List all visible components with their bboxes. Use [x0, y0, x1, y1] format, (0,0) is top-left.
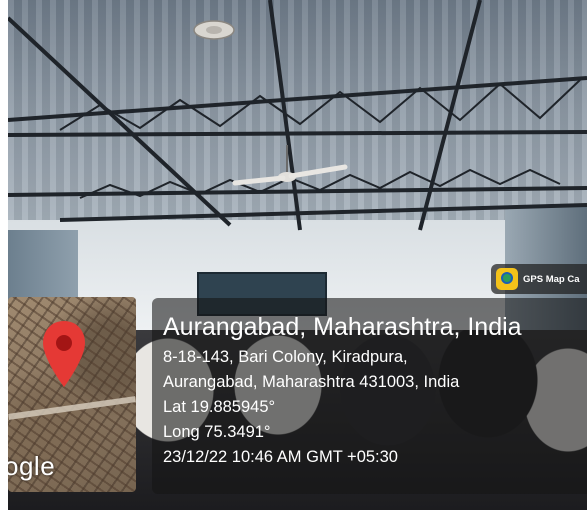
latitude-value: Lat 19.885945° — [163, 398, 276, 416]
address-line-1: 8-18-143, Bari Colony, Kiradpura, — [163, 348, 408, 366]
capture-datetime: 23/12/22 10:46 AM GMT +05:30 — [163, 448, 398, 466]
ceiling-fan — [193, 20, 235, 40]
ceiling-fan — [232, 145, 348, 186]
gps-map-camera-app-icon — [496, 268, 518, 290]
photo-left-border — [0, 0, 8, 510]
map-road — [8, 396, 136, 420]
location-title: Aurangabad, Maharashtra, India — [163, 313, 522, 341]
google-watermark: ogle — [8, 451, 56, 481]
location-info-panel: Aurangabad, Maharashtra, India 8-18-143,… — [152, 298, 587, 494]
gps-map-camera-badge: GPS Map Ca — [491, 264, 587, 294]
longitude-value: Long 75.3491° — [163, 423, 271, 441]
geotagged-photo: GPS Map Ca ogle Aurangabad, Maharashtra,… — [0, 0, 587, 510]
address-line-2: Aurangabad, Maharashtra 431003, India — [163, 373, 460, 391]
location-pin-icon — [43, 321, 85, 387]
map-thumbnail: ogle — [8, 297, 136, 492]
gps-app-name: GPS Map Ca — [523, 273, 580, 285]
